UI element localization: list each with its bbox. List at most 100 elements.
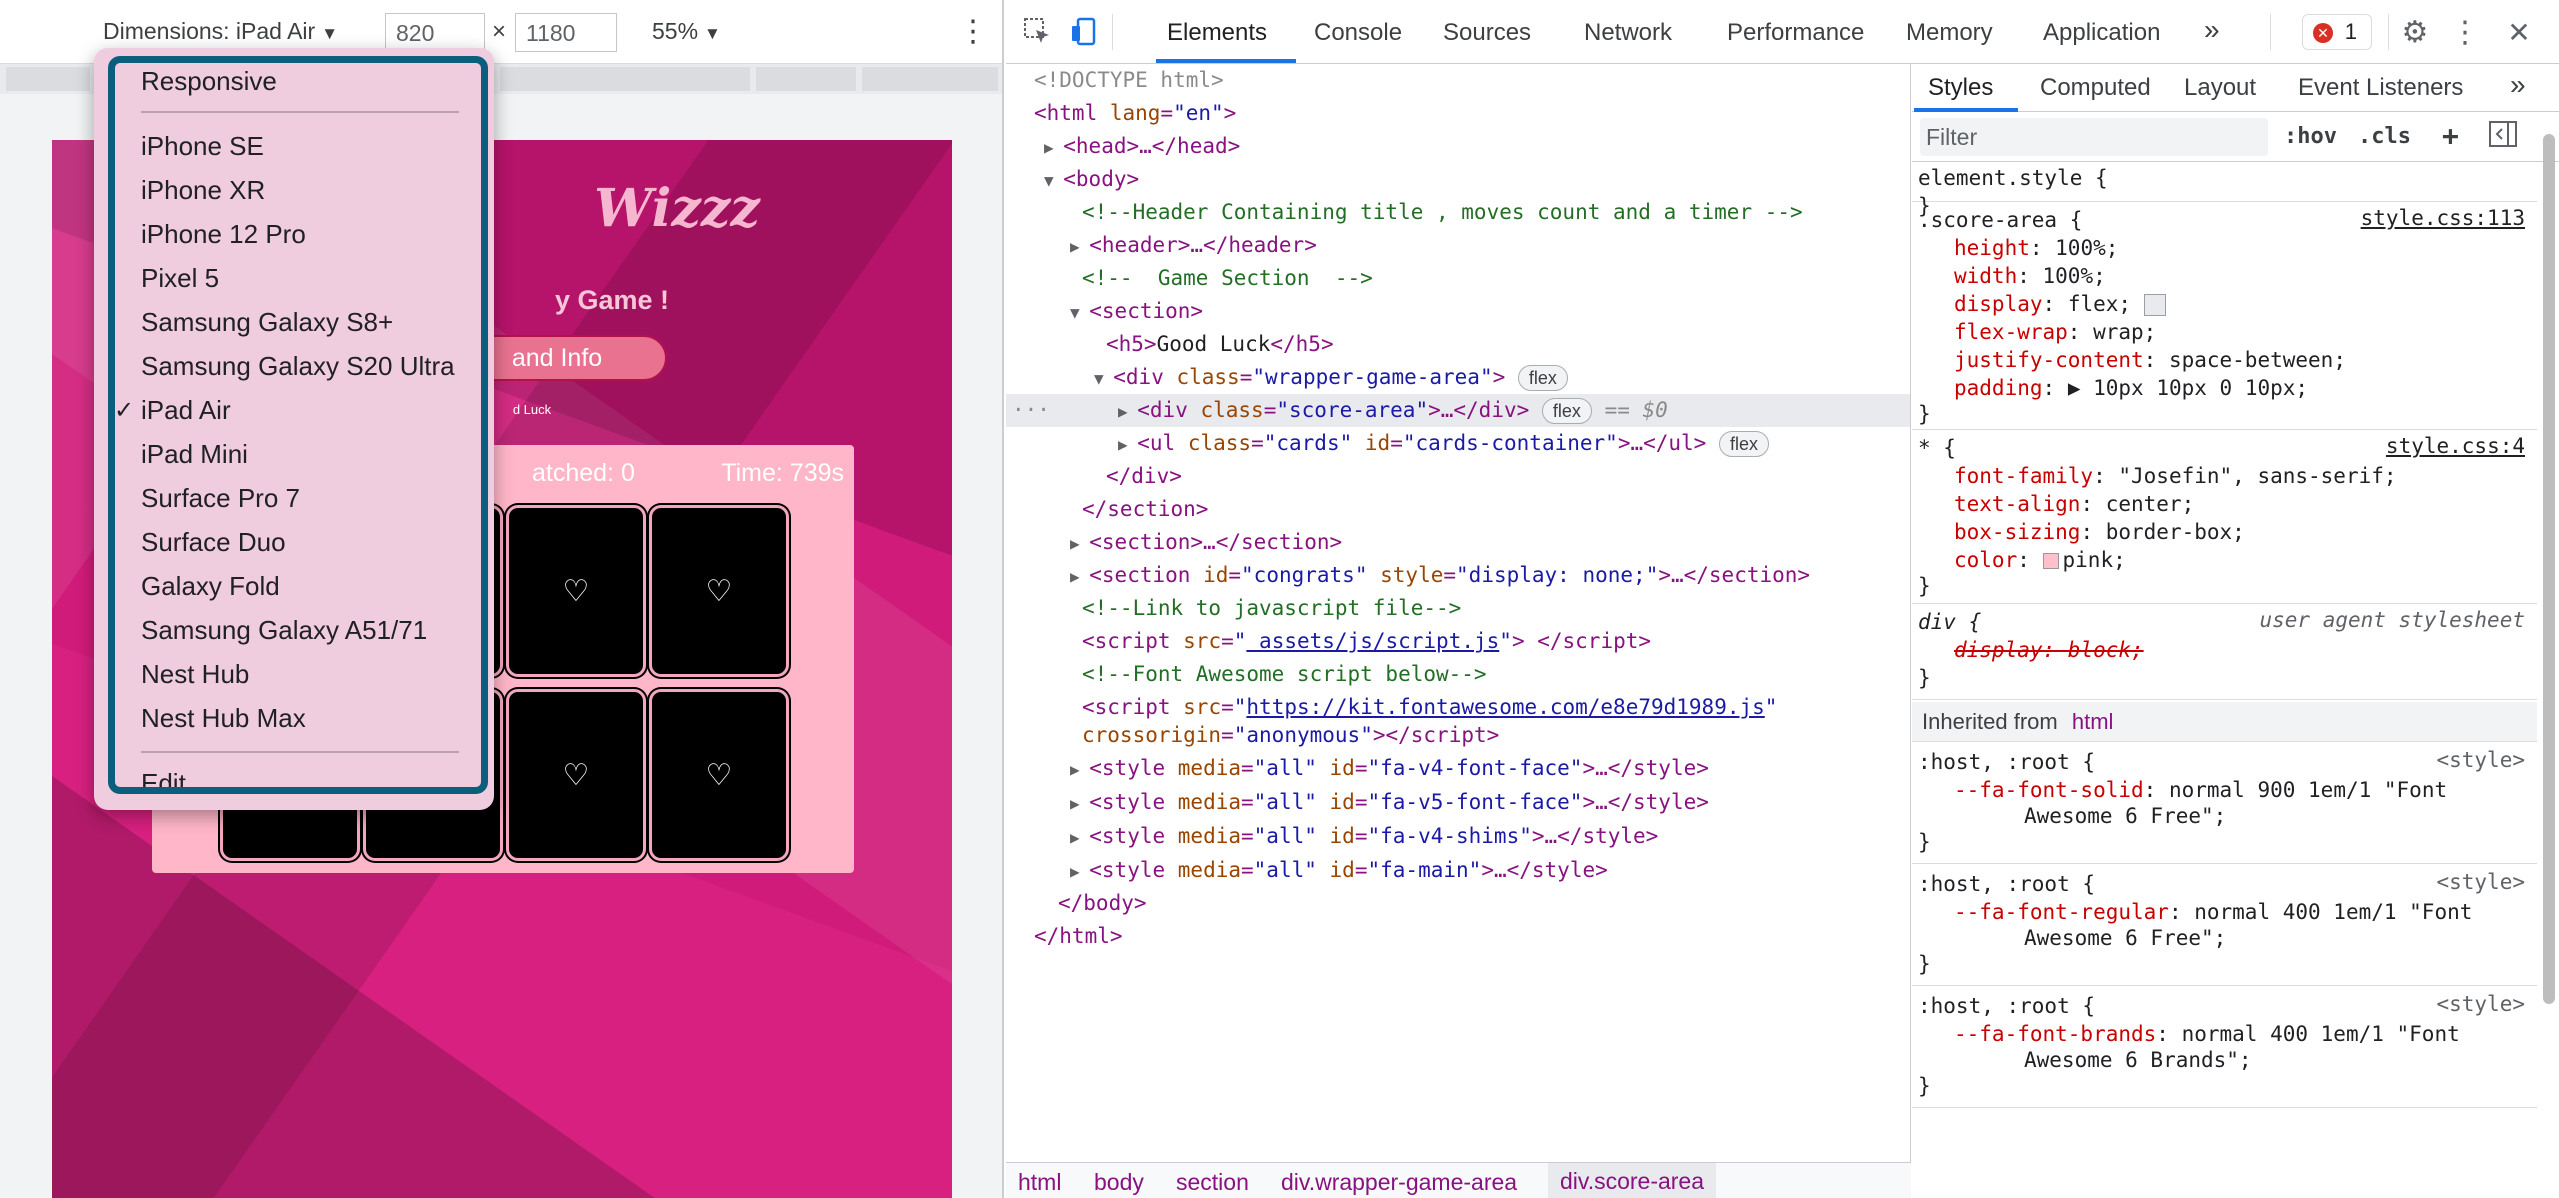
css-declaration[interactable]: padding: ▶ 10px 10px 0 10px; <box>1954 374 2308 402</box>
dom-comment-header[interactable]: <!--Header Containing title , moves coun… <box>1082 196 1803 229</box>
class-toggle[interactable]: .cls <box>2358 124 2411 149</box>
flexbox-editor-icon[interactable] <box>2143 294 2166 316</box>
dom-html[interactable]: <html lang="en"> <box>1034 97 1236 130</box>
rule-selector[interactable]: * { <box>1918 434 1956 462</box>
rule-selector[interactable]: div { <box>1918 608 1981 636</box>
rule-selector[interactable]: :host, :root { <box>1918 992 2095 1020</box>
dom-div-close[interactable]: </div> <box>1106 460 1182 493</box>
menu-item-surface-pro-7[interactable]: Surface Pro 7 <box>141 483 300 514</box>
menu-item-edit[interactable]: Edit... <box>141 768 207 799</box>
dom-html-close[interactable]: </html> <box>1034 920 1123 953</box>
collapse-arrow-icon[interactable]: ▼ <box>1094 369 1113 388</box>
menu-item-responsive[interactable]: Responsive <box>141 66 277 97</box>
css-declaration[interactable]: --fa-font-regular: normal 400 1em/1 "Fon… <box>1954 898 2472 926</box>
more-tabs-icon[interactable]: » <box>2510 69 2526 101</box>
error-count-badge[interactable]: ✕ 1 <box>2302 14 2372 50</box>
dom-style-1[interactable]: ▶ <style media="all" id="fa-v4-font-face… <box>1070 752 1709 785</box>
device-select[interactable]: Dimensions: iPad Air ▼ <box>103 18 338 45</box>
dom-style-4[interactable]: ▶ <style media="all" id="fa-main">…</sty… <box>1070 854 1608 887</box>
css-declaration[interactable]: width: 100%; <box>1954 262 2106 290</box>
dom-comment-js[interactable]: <!--Link to javascript file--> <box>1082 592 1461 625</box>
memory-card[interactable]: ♡ <box>506 505 646 677</box>
expand-arrow-icon[interactable]: ▶ <box>1118 402 1137 421</box>
dom-header[interactable]: ▶ <header>…</header> <box>1070 229 1317 262</box>
menu-item-iphone-12-pro[interactable]: iPhone 12 Pro <box>141 219 306 250</box>
expand-arrow-icon[interactable]: ▶ <box>1070 760 1089 779</box>
scrollbar[interactable] <box>2543 134 2555 1004</box>
color-swatch[interactable] <box>2042 553 2059 569</box>
tab-console[interactable]: Console <box>1314 19 1402 47</box>
tab-styles[interactable]: Styles <box>1928 74 1993 102</box>
expand-arrow-icon[interactable]: ▶ <box>1070 828 1089 847</box>
zoom-select[interactable]: 55% ▼ <box>652 18 721 45</box>
tab-application[interactable]: Application <box>2043 19 2160 47</box>
dom-section-close[interactable]: </section> <box>1082 493 1208 526</box>
tab-event-listeners[interactable]: Event Listeners <box>2298 74 2463 102</box>
css-declaration[interactable]: --fa-font-solid: normal 900 1em/1 "Font <box>1954 776 2447 804</box>
node-actions-icon[interactable]: ··· <box>1012 394 1050 427</box>
dom-section-congrats[interactable]: ▶ <section id="congrats" style="display:… <box>1070 559 1810 592</box>
expand-arrow-icon[interactable]: ▶ <box>1044 138 1063 157</box>
dom-score-area[interactable]: ▶ <div class="score-area">…</div> flex =… <box>1118 394 1668 427</box>
tab-computed[interactable]: Computed <box>2040 74 2151 102</box>
css-declaration[interactable]: --fa-font-brands: normal 400 1em/1 "Font <box>1954 1020 2460 1048</box>
ruler-segment[interactable] <box>500 67 750 91</box>
menu-item-nest-hub-max[interactable]: Nest Hub Max <box>141 703 306 734</box>
fa-src-link[interactable]: https://kit.fontawesome.com/e8e79d1989.j… <box>1246 695 1764 719</box>
dom-style-3[interactable]: ▶ <style media="all" id="fa-v4-shims">…<… <box>1070 820 1658 853</box>
rule-selector[interactable]: element.style { <box>1918 164 2108 192</box>
rule-selector[interactable]: :host, :root { <box>1918 870 2095 898</box>
css-declaration[interactable]: color: pink; <box>1954 546 2126 574</box>
menu-item-pixel-5[interactable]: Pixel 5 <box>141 263 219 294</box>
ruler-segment[interactable] <box>862 67 998 91</box>
flex-badge[interactable]: flex <box>1719 431 1770 457</box>
css-declaration[interactable]: justify-content: space-between; <box>1954 346 2346 374</box>
dom-script-local[interactable]: <script src=" assets/js/script.js"> </sc… <box>1082 625 1651 658</box>
breadcrumb-wrapper[interactable]: div.wrapper-game-area <box>1281 1169 1517 1196</box>
dom-doctype[interactable]: <!DOCTYPE html> <box>1034 64 1224 97</box>
menu-item-ipad-mini[interactable]: iPad Mini <box>141 439 248 470</box>
breadcrumb-body[interactable]: body <box>1094 1169 1144 1196</box>
height-input[interactable]: 1180 <box>515 13 617 52</box>
css-declaration[interactable]: display: flex; <box>1954 290 2166 318</box>
tab-sources[interactable]: Sources <box>1443 19 1531 47</box>
styles-filter-input[interactable]: Filter <box>1920 118 2268 156</box>
source-link[interactable]: style.css:4 <box>2386 434 2525 458</box>
collapse-arrow-icon[interactable]: ▼ <box>1070 303 1089 322</box>
css-declaration[interactable]: box-sizing: border-box; <box>1954 518 2245 546</box>
inspect-element-icon[interactable] <box>1020 16 1054 50</box>
tab-layout[interactable]: Layout <box>2184 74 2256 102</box>
menu-item-galaxy-s8[interactable]: Samsung Galaxy S8+ <box>141 307 393 338</box>
css-declaration[interactable]: height: 100%; <box>1954 234 2118 262</box>
menu-item-iphone-se[interactable]: iPhone SE <box>141 131 264 162</box>
dom-style-2[interactable]: ▶ <style media="all" id="fa-v5-font-face… <box>1070 786 1709 819</box>
menu-item-ipad-air[interactable]: iPad Air <box>141 395 231 426</box>
css-declaration[interactable]: font-family: "Josefin", sans-serif; <box>1954 462 2397 490</box>
dom-h5[interactable]: <h5>Good Luck</h5> <box>1106 328 1334 361</box>
hover-state-toggle[interactable]: :hov <box>2284 124 2337 149</box>
css-declaration[interactable]: text-align: center; <box>1954 490 2194 518</box>
dom-script-fa-cont[interactable]: crossorigin="anonymous"></script> <box>1082 719 1499 752</box>
sidebar-toggle-icon[interactable] <box>2488 120 2518 154</box>
script-src-link[interactable]: assets/js/script.js <box>1246 629 1499 653</box>
expand-arrow-icon[interactable]: ▶ <box>1070 534 1089 553</box>
tab-performance[interactable]: Performance <box>1727 19 1864 47</box>
expand-arrow-icon[interactable]: ▶ <box>1070 567 1089 586</box>
more-options-icon[interactable]: ⋮ <box>2448 16 2482 50</box>
close-icon[interactable]: ✕ <box>2502 16 2536 50</box>
css-declaration-overridden[interactable]: display: block; <box>1954 636 2144 664</box>
dom-comment-game[interactable]: <!-- Game Section --> <box>1082 262 1373 295</box>
breadcrumb-html[interactable]: html <box>1018 1169 1061 1196</box>
gear-icon[interactable]: ⚙ <box>2398 16 2432 50</box>
menu-item-galaxy-s20-ultra[interactable]: Samsung Galaxy S20 Ultra <box>141 351 455 382</box>
rule-selector[interactable]: .score-area { <box>1918 206 2082 234</box>
menu-item-nest-hub[interactable]: Nest Hub <box>141 659 249 690</box>
breadcrumb-score-area[interactable]: div.score-area <box>1548 1163 1717 1198</box>
memory-card[interactable]: ♡ <box>649 689 789 861</box>
menu-item-galaxy-fold[interactable]: Galaxy Fold <box>141 571 280 602</box>
expand-arrow-icon[interactable]: ▶ <box>1118 435 1137 454</box>
more-tabs-icon[interactable]: » <box>2204 14 2220 46</box>
source-link[interactable]: style.css:113 <box>2361 206 2525 230</box>
new-rule-icon[interactable]: + <box>2442 119 2459 152</box>
dom-head[interactable]: ▶ <head>…</head> <box>1044 130 1240 163</box>
